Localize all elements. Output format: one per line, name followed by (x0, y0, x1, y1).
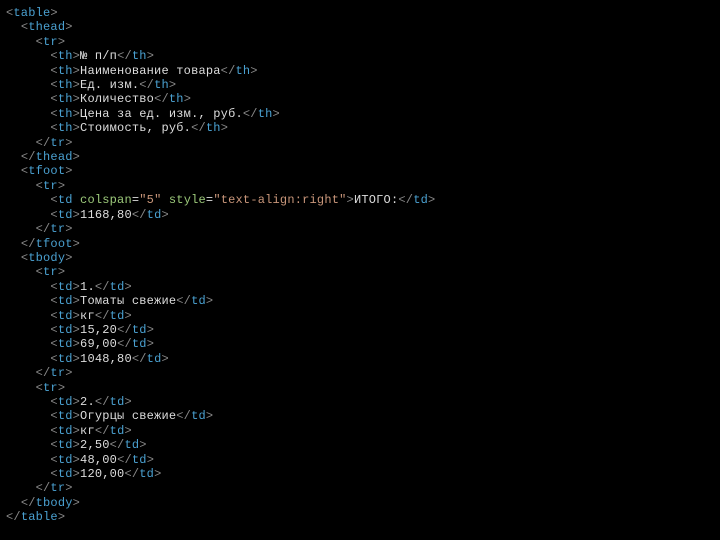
r0c1: Томаты свежие (80, 294, 176, 308)
r1c3: 2,50 (80, 438, 110, 452)
r1c4: 48,00 (80, 453, 117, 467)
tag-th: th (58, 49, 73, 63)
val-style: "text-align:right" (213, 193, 346, 207)
th-4: Цена за ед. изм., руб. (80, 107, 243, 121)
code-block: <table> <thead> <tr> <th>№ п/п</th> <th>… (0, 0, 720, 531)
th-5: Стоимость, руб. (80, 121, 191, 135)
attr-style: style (169, 193, 206, 207)
th-0: № п/п (80, 49, 117, 63)
val-colspan: "5" (139, 193, 161, 207)
r0c4: 69,00 (80, 337, 117, 351)
th-3: Количество (80, 92, 154, 106)
r1c1: Огурцы свежие (80, 409, 176, 423)
tag-table: table (13, 6, 50, 20)
r1c0: 2. (80, 395, 95, 409)
r0c3: 15,20 (80, 323, 117, 337)
tag-tfoot: tfoot (28, 164, 65, 178)
th-1: Наименование товара (80, 64, 221, 78)
r1c5: 120,00 (80, 467, 124, 481)
tag-tr: tr (43, 35, 58, 49)
tag-tbody: tbody (28, 251, 65, 265)
tag-thead: thead (28, 20, 65, 34)
r0c0: 1. (80, 280, 95, 294)
r1c2: кг (80, 424, 95, 438)
footer-label: ИТОГО: (354, 193, 398, 207)
r0c5: 1048,80 (80, 352, 132, 366)
r0c2: кг (80, 309, 95, 323)
tag-td: td (58, 193, 73, 207)
footer-total: 1168,80 (80, 208, 132, 222)
th-2: Ед. изм. (80, 78, 139, 92)
attr-colspan: colspan (80, 193, 132, 207)
